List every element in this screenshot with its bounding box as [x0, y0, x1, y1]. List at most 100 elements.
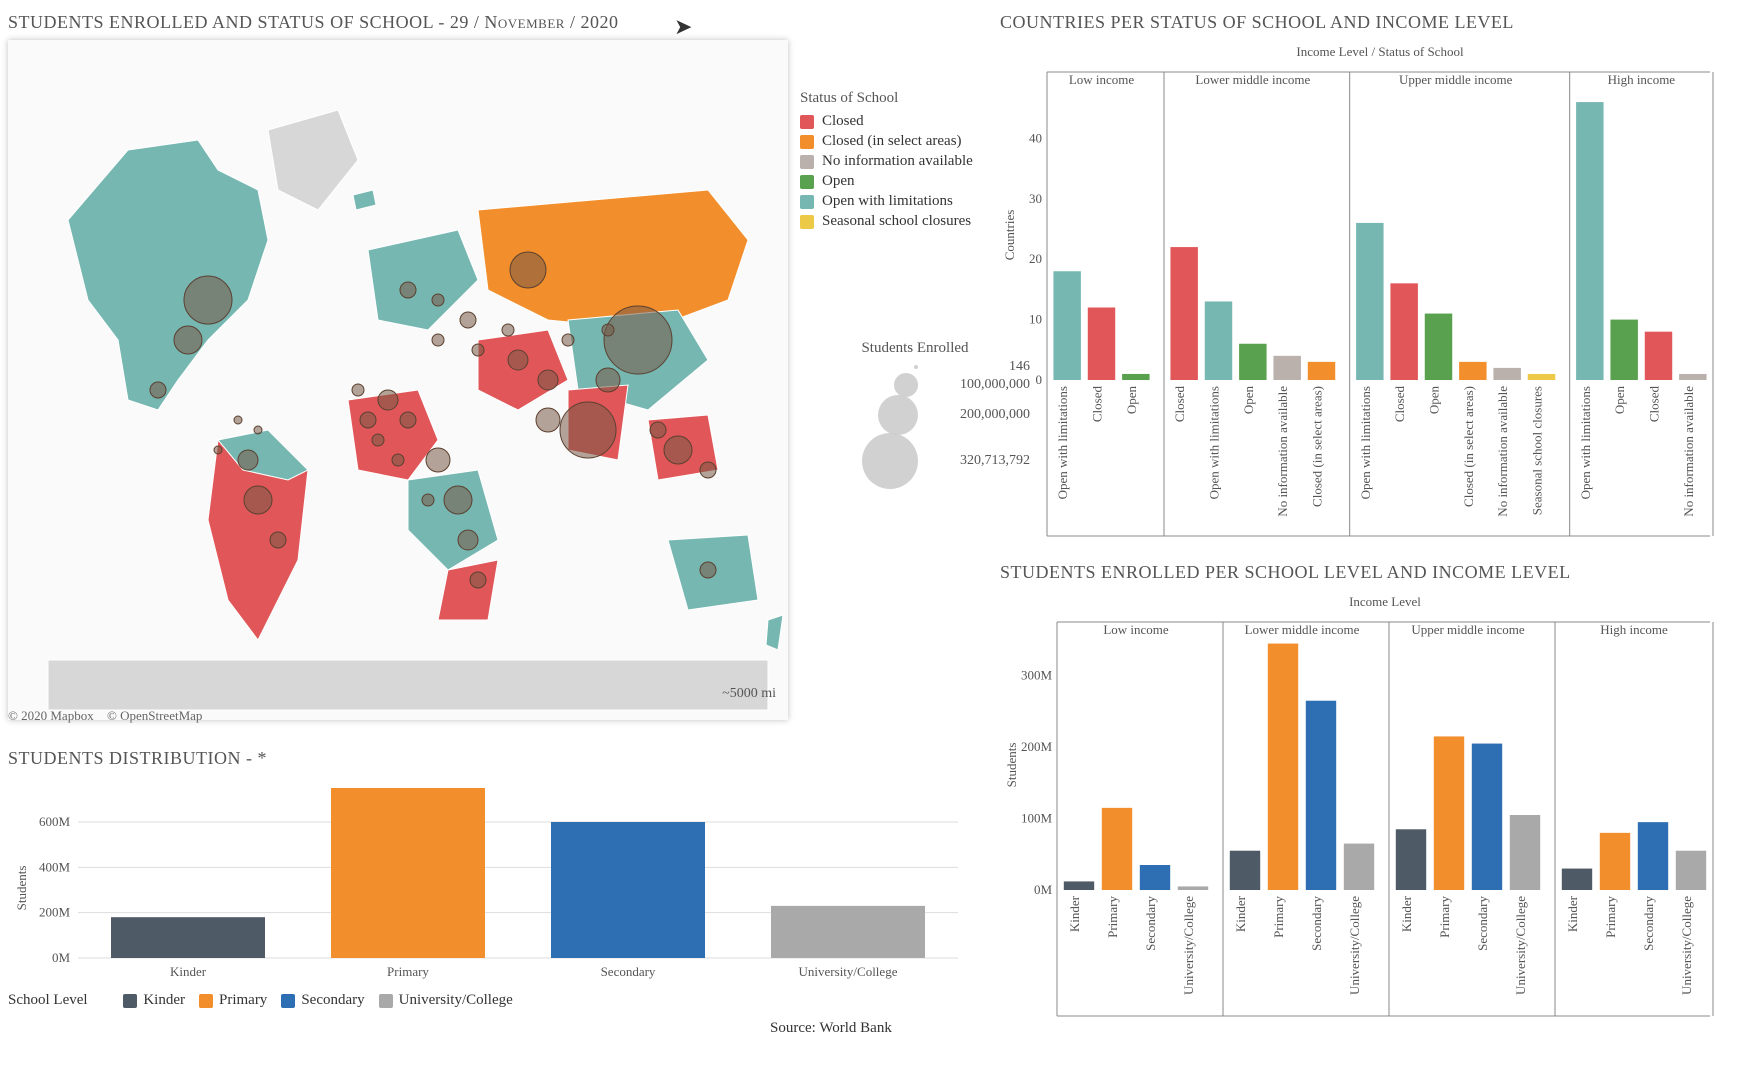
countries-bar[interactable]	[1390, 283, 1417, 380]
students-bar[interactable]	[1638, 822, 1668, 890]
students-bar[interactable]	[1562, 869, 1592, 890]
countries-bar[interactable]	[1610, 320, 1637, 380]
students-bar[interactable]	[1064, 881, 1094, 890]
enrollment-bubble[interactable]	[538, 370, 558, 390]
credit-osm[interactable]: © OpenStreetMap	[107, 708, 202, 723]
countries-bar[interactable]	[1205, 301, 1232, 380]
enrollment-bubble[interactable]	[392, 454, 404, 466]
countries-bar[interactable]	[1273, 356, 1300, 380]
enrollment-bubble[interactable]	[508, 350, 528, 370]
dist-bar[interactable]	[331, 788, 485, 958]
enrollment-bubble[interactable]	[536, 408, 560, 432]
land-antarctica[interactable]	[48, 660, 768, 710]
enrollment-bubble[interactable]	[422, 494, 434, 506]
enrollment-bubble[interactable]	[596, 368, 620, 392]
distribution-chart[interactable]: 0M200M400M600MKinderPrimarySecondaryUniv…	[8, 778, 968, 998]
countries-bar[interactable]	[1239, 344, 1266, 380]
dist-legend-label[interactable]: Secondary	[301, 992, 364, 1008]
students-bar[interactable]	[1344, 844, 1374, 890]
countries-bar[interactable]	[1088, 308, 1115, 381]
students-bar[interactable]	[1102, 808, 1132, 890]
enrollment-bubble[interactable]	[562, 334, 574, 346]
countries-bar[interactable]	[1576, 102, 1603, 380]
countries-chart[interactable]: Income Level / Status of School010203040…	[1000, 40, 1720, 540]
enrollment-bubble[interactable]	[444, 486, 472, 514]
legend-status-item[interactable]: Seasonal school closures	[800, 213, 1030, 230]
countries-bar[interactable]	[1425, 314, 1452, 380]
countries-bar[interactable]	[1493, 368, 1520, 380]
countries-bar[interactable]	[1122, 374, 1149, 380]
countries-bar[interactable]	[1170, 247, 1197, 380]
enrollment-bubble[interactable]	[458, 530, 478, 550]
students-chart[interactable]: Income Level0M100M200M300MStudentsKinder…	[1000, 590, 1720, 1020]
students-bar[interactable]	[1472, 744, 1502, 890]
enrollment-bubble[interactable]	[214, 446, 222, 454]
world-map[interactable]: ~5000 mi	[8, 40, 788, 720]
dist-bar[interactable]	[551, 822, 705, 958]
map-svg[interactable]	[8, 40, 788, 720]
students-bar[interactable]	[1434, 736, 1464, 890]
dist-legend-label[interactable]: Primary	[219, 992, 267, 1008]
credit-mapbox[interactable]: © 2020 Mapbox	[8, 708, 94, 723]
enrollment-bubble[interactable]	[432, 334, 444, 346]
enrollment-bubble[interactable]	[664, 436, 692, 464]
countries-bar[interactable]	[1679, 374, 1706, 380]
enrollment-bubble[interactable]	[460, 312, 476, 328]
dist-bar[interactable]	[771, 906, 925, 958]
enrollment-bubble[interactable]	[234, 416, 242, 424]
source-name[interactable]: World Bank	[819, 1020, 892, 1036]
students-bar[interactable]	[1396, 829, 1426, 890]
enrollment-bubble[interactable]	[510, 252, 546, 288]
legend-status-item[interactable]: Open with limitations	[800, 193, 1030, 210]
countries-bar[interactable]	[1528, 374, 1555, 380]
legend-status-item[interactable]: Open	[800, 173, 1030, 190]
enrollment-bubble[interactable]	[472, 344, 484, 356]
students-bar[interactable]	[1140, 865, 1170, 890]
dist-legend-label[interactable]: Kinder	[143, 992, 185, 1008]
countries-bar[interactable]	[1459, 362, 1486, 380]
enrollment-bubble[interactable]	[254, 426, 262, 434]
enrollment-bubble[interactable]	[360, 412, 376, 428]
dist-legend-label[interactable]: University/College	[399, 992, 513, 1008]
enrollment-bubble[interactable]	[502, 324, 514, 336]
countries-bar[interactable]	[1645, 332, 1672, 380]
students-bar[interactable]	[1178, 886, 1208, 890]
enrollment-bubble[interactable]	[400, 412, 416, 428]
legend-status-item[interactable]: Closed	[800, 113, 1030, 130]
enrollment-bubble[interactable]	[372, 434, 384, 446]
enrollment-bubble[interactable]	[270, 532, 286, 548]
distribution-legend[interactable]: School Level KinderPrimarySecondaryUnive…	[8, 992, 968, 1009]
legend-status-item-label: No information available	[822, 153, 973, 170]
enrollment-bubble[interactable]	[244, 486, 272, 514]
enrollment-bubble[interactable]	[560, 402, 616, 458]
enrollment-bubble[interactable]	[184, 276, 232, 324]
enrollment-bubble[interactable]	[700, 462, 716, 478]
countries-bar[interactable]	[1053, 271, 1080, 380]
students-bar[interactable]	[1306, 701, 1336, 890]
enrollment-bubble[interactable]	[352, 384, 364, 396]
enrollment-bubble[interactable]	[650, 422, 666, 438]
dist-bar[interactable]	[111, 917, 265, 958]
legend-status-item[interactable]: No information available	[800, 153, 1030, 170]
legend-status-item[interactable]: Closed (in select areas)	[800, 133, 1030, 150]
enrollment-bubble[interactable]	[238, 450, 258, 470]
enrollment-bubble[interactable]	[150, 382, 166, 398]
enrollment-bubble[interactable]	[604, 306, 672, 374]
countries-bar[interactable]	[1356, 223, 1383, 380]
enrollment-bubble[interactable]	[378, 390, 398, 410]
enrollment-bubble[interactable]	[174, 326, 202, 354]
countries-bar[interactable]	[1308, 362, 1335, 380]
students-bar[interactable]	[1230, 851, 1260, 890]
students-bar[interactable]	[1676, 851, 1706, 890]
enrollment-bubble[interactable]	[700, 562, 716, 578]
enrollment-bubble[interactable]	[426, 448, 450, 472]
svg-text:Upper middle income: Upper middle income	[1399, 72, 1513, 87]
students-bar[interactable]	[1510, 815, 1540, 890]
students-bar[interactable]	[1268, 644, 1298, 890]
students-bar[interactable]	[1600, 833, 1630, 890]
enrollment-bubble[interactable]	[602, 324, 614, 336]
enrollment-bubble[interactable]	[400, 282, 416, 298]
enrollment-bubble[interactable]	[470, 572, 486, 588]
legend-status[interactable]: Status of School ClosedClosed (in select…	[800, 90, 1030, 233]
enrollment-bubble[interactable]	[432, 294, 444, 306]
